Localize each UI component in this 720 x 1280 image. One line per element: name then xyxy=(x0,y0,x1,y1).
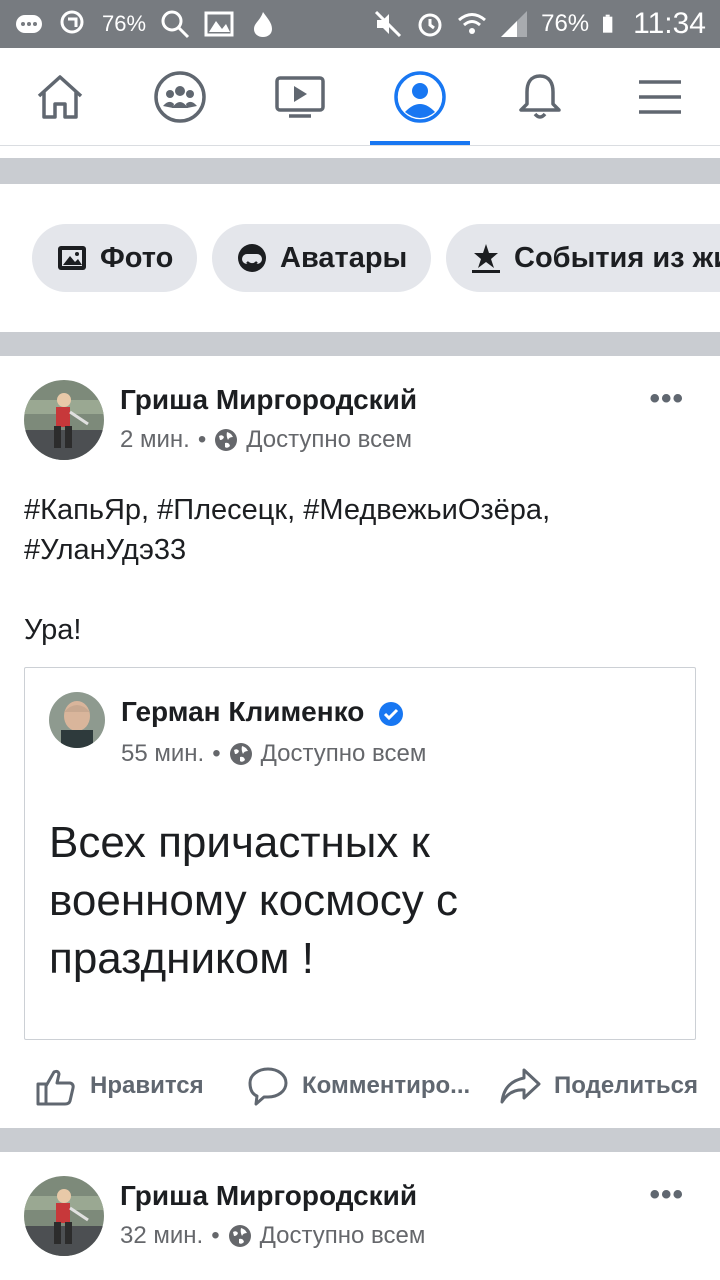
shared-post-meta: 55 мин. • Доступно всем xyxy=(121,740,426,768)
top-navigation xyxy=(0,48,720,146)
comment-button[interactable]: Комментиро... xyxy=(246,1064,470,1108)
globe-icon xyxy=(229,743,252,765)
shared-text-line: военному космосу с xyxy=(49,876,459,925)
like-label: Нравится xyxy=(90,1072,204,1099)
more-options-button[interactable]: ••• xyxy=(649,1178,684,1212)
avatar-photo xyxy=(24,1176,104,1256)
post-audience: Доступно всем xyxy=(259,1222,426,1249)
post-text-line[interactable]: #КапьЯр, #Плесецк, #МедвежьиОзёра, xyxy=(24,490,696,530)
post-author[interactable]: Гриша Миргородский xyxy=(120,384,417,416)
post-meta: 32 мин. • Доступно всем xyxy=(120,1222,425,1250)
search-icon xyxy=(161,10,190,39)
globe-icon xyxy=(228,1225,251,1247)
chip-photos[interactable]: Фото xyxy=(32,224,198,292)
comment-label: Комментиро... xyxy=(302,1072,471,1099)
gallery-icon xyxy=(204,11,234,37)
separator xyxy=(0,1128,720,1152)
clock: 11:34 xyxy=(633,7,706,40)
battery-icon xyxy=(603,14,613,33)
nav-profile[interactable] xyxy=(360,48,480,145)
nav-menu[interactable] xyxy=(600,48,720,145)
flame-icon xyxy=(254,12,273,37)
avatar[interactable] xyxy=(24,380,104,460)
thumbs-up-icon xyxy=(36,1069,75,1106)
post-actions: Нравится Комментиро... Поделиться xyxy=(0,1044,720,1128)
post-audience: Доступно всем xyxy=(246,426,412,453)
post-meta: 2 мин. • Доступно всем xyxy=(120,426,412,454)
post-time[interactable]: 55 мин. xyxy=(121,740,204,768)
mute-icon xyxy=(375,10,402,38)
verified-badge-icon xyxy=(379,701,404,726)
shared-text-line: Всех причастных к xyxy=(49,818,430,867)
feed-post: Гриша Миргородский 32 мин. • Доступно вс… xyxy=(0,1152,720,1280)
chip-life-events[interactable]: События из жизни xyxy=(446,224,720,292)
signal-icon xyxy=(501,11,528,37)
post-time[interactable]: 32 мин. xyxy=(120,1222,203,1250)
battery-percent-left: 76% xyxy=(102,11,147,36)
separator xyxy=(0,158,720,184)
alarm-icon xyxy=(418,13,442,37)
like-button[interactable]: Нравится xyxy=(34,1064,204,1108)
status-bar: 76% 76% 11:34 xyxy=(0,0,720,48)
nav-home[interactable] xyxy=(0,48,120,145)
profile-icon xyxy=(394,70,446,123)
shared-post[interactable]: Герман Клименко 55 мин. • Доступно всем … xyxy=(24,667,696,1040)
groups-icon xyxy=(154,70,206,123)
more-options-button[interactable]: ••• xyxy=(649,382,684,416)
avatar-face-icon xyxy=(238,244,266,272)
share-label: Поделиться xyxy=(554,1072,699,1099)
separator xyxy=(0,332,720,356)
post-text-line[interactable]: #УланУдэ33 xyxy=(24,530,696,570)
shared-author-row: Герман Клименко xyxy=(121,696,404,728)
avatar-photo xyxy=(49,692,105,748)
star-flag-icon xyxy=(472,244,500,273)
shared-post-text: Всех причастных к военному космосу с пра… xyxy=(49,814,671,988)
chip-label: Фото xyxy=(100,241,174,274)
nav-notifications[interactable] xyxy=(480,48,600,145)
shared-text-line: праздником ! xyxy=(49,934,314,983)
post-audience: Доступно всем xyxy=(260,740,427,767)
post-text-line: Ура! xyxy=(24,614,82,646)
location-share-icon xyxy=(60,10,84,34)
avatar[interactable] xyxy=(24,1176,104,1256)
meta-dot: • xyxy=(212,740,221,767)
chip-avatars[interactable]: Аватары xyxy=(212,224,432,292)
meta-dot: • xyxy=(211,1222,220,1249)
shared-post-author[interactable]: Герман Клименко xyxy=(121,696,364,727)
video-icon xyxy=(275,75,325,118)
chip-label: События из жизни xyxy=(514,241,720,274)
post-time[interactable]: 2 мин. xyxy=(120,426,190,454)
feed-post: Гриша Миргородский 2 мин. • Доступно все… xyxy=(0,356,720,1128)
hamburger-icon xyxy=(639,79,681,114)
battery-percent: 76% xyxy=(541,10,590,37)
avatar-photo xyxy=(24,380,104,460)
post-text: #КапьЯр, #Плесецк, #МедвежьиОзёра, #Улан… xyxy=(24,490,696,650)
share-button[interactable]: Поделиться xyxy=(498,1064,698,1108)
share-icon xyxy=(500,1068,541,1104)
comment-icon xyxy=(248,1067,288,1106)
photo-icon xyxy=(58,246,86,270)
meta-dot: • xyxy=(197,426,207,453)
shared-avatar[interactable] xyxy=(49,692,105,748)
chip-label: Аватары xyxy=(280,241,408,274)
chat-bubble-icon xyxy=(16,15,42,33)
nav-watch[interactable] xyxy=(240,48,360,145)
home-icon xyxy=(37,74,83,119)
post-author[interactable]: Гриша Миргородский xyxy=(120,1180,417,1212)
bell-icon xyxy=(519,73,561,119)
nav-groups[interactable] xyxy=(120,48,240,145)
wifi-icon xyxy=(458,13,487,34)
profile-shortcuts: Фото Аватары События из жизни xyxy=(0,184,720,332)
globe-icon xyxy=(215,429,238,451)
